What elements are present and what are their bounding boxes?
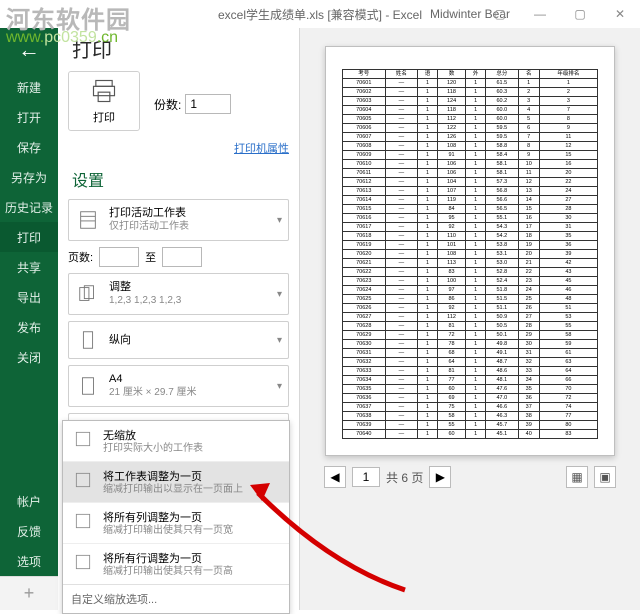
scaling-option-3[interactable]: 将所有行调整为一页缩减打印输出使其只有一页高 [63, 544, 289, 584]
title-bar: excel学生成绩单.xls [兼容模式] - Excel Midwinter … [0, 0, 640, 28]
preview-page: 考号姓名语数外总分名年级排名70601—1120161.51170602—111… [325, 46, 615, 456]
custom-scaling-link[interactable]: 自定义缩放选项... [63, 584, 289, 613]
scaling-option-2[interactable]: 将所有列调整为一页缩减打印输出使其只有一页宽 [63, 503, 289, 544]
collate-dropdown[interactable]: 调整1,2,3 1,2,3 1,2,3 ▾ [68, 273, 289, 315]
orientation-dropdown[interactable]: 纵向 ▾ [68, 321, 289, 359]
portrait-icon [75, 327, 101, 353]
scaling-popup: 无缩放打印实际大小的工作表将工作表调整为一页缩减打印输出以显示在一页面上将所有列… [62, 420, 290, 614]
page-total-label: 共 6 页 [386, 469, 423, 486]
add-sheet-tab[interactable]: + [0, 576, 58, 610]
pages-from-input[interactable] [99, 247, 139, 267]
chevron-down-icon: ▾ [277, 215, 282, 226]
scaling-option-icon [71, 468, 95, 492]
printer-icon [90, 77, 118, 105]
scaling-option-icon [71, 509, 95, 533]
pages-range-row: 页数: 至 [68, 247, 289, 267]
copies-label: 份数: [154, 96, 181, 113]
prev-page-button[interactable]: ◀ [324, 466, 346, 488]
copies-control: 份数: [154, 77, 231, 131]
pages-label: 页数: [68, 249, 93, 265]
window-controls: ▢ — ▢ ✕ [480, 2, 640, 26]
settings-heading: 设置 [68, 163, 289, 199]
ribbon-opts-icon[interactable]: ▢ [480, 2, 520, 26]
zoom-to-page-button[interactable]: ▣ [594, 466, 616, 488]
backstage-nav: ← 新建打开保存另存为历史记录打印共享导出发布关闭 帐户反馈选项 + [0, 28, 58, 610]
nav-item-5[interactable]: 打印 [0, 222, 58, 252]
chevron-down-icon: ▾ [277, 381, 282, 392]
window-title: excel学生成绩单.xls [兼容模式] - Excel [218, 6, 422, 23]
next-page-button[interactable]: ▶ [429, 466, 451, 488]
page-number-input[interactable] [352, 467, 380, 487]
copies-input[interactable] [185, 94, 231, 114]
print-what-dropdown[interactable]: 打印活动工作表仅打印活动工作表 ▾ [68, 199, 289, 241]
chevron-down-icon: ▾ [277, 289, 282, 300]
nav-item-4[interactable]: 历史记录 [0, 192, 58, 222]
nav-item-3[interactable]: 另存为 [0, 162, 58, 192]
nav-item-8[interactable]: 发布 [0, 312, 58, 342]
nav-bottom-item-0[interactable]: 帐户 [0, 486, 58, 516]
maximize-icon[interactable]: ▢ [560, 2, 600, 26]
preview-table: 考号姓名语数外总分名年级排名70601—1120161.51170602—111… [342, 69, 598, 439]
show-margins-button[interactable]: ▦ [566, 466, 588, 488]
paper-size-dropdown[interactable]: A421 厘米 × 29.7 厘米 ▾ [68, 365, 289, 407]
nav-item-2[interactable]: 保存 [0, 132, 58, 162]
pages-to-label: 至 [145, 249, 156, 265]
print-button[interactable]: 打印 [68, 71, 140, 131]
back-arrow-icon[interactable]: ← [0, 28, 58, 72]
scaling-option-1[interactable]: 将工作表调整为一页缩减打印输出以显示在一页面上 [63, 462, 289, 503]
nav-bottom-item-1[interactable]: 反馈 [0, 516, 58, 546]
nav-item-6[interactable]: 共享 [0, 252, 58, 282]
nav-bottom-item-2[interactable]: 选项 [0, 546, 58, 576]
print-heading: 打印 [68, 34, 289, 71]
scaling-option-icon [71, 427, 95, 451]
minimize-icon[interactable]: — [520, 2, 560, 26]
chevron-down-icon: ▾ [277, 335, 282, 346]
pages-to-input[interactable] [162, 247, 202, 267]
collate-icon [75, 281, 101, 307]
nav-item-1[interactable]: 打开 [0, 102, 58, 132]
page-nav: ◀ 共 6 页 ▶ [324, 466, 451, 488]
paper-icon [75, 373, 101, 399]
nav-item-0[interactable]: 新建 [0, 72, 58, 102]
scaling-option-0[interactable]: 无缩放打印实际大小的工作表 [63, 421, 289, 462]
print-preview-panel: 考号姓名语数外总分名年级排名70601—1120161.51170602—111… [300, 28, 640, 610]
nav-item-7[interactable]: 导出 [0, 282, 58, 312]
printer-properties-link[interactable]: 打印机属性 [234, 143, 289, 155]
close-icon[interactable]: ✕ [600, 2, 640, 26]
sheet-icon [75, 207, 101, 233]
scaling-option-icon [71, 550, 95, 574]
nav-item-9[interactable]: 关闭 [0, 342, 58, 372]
